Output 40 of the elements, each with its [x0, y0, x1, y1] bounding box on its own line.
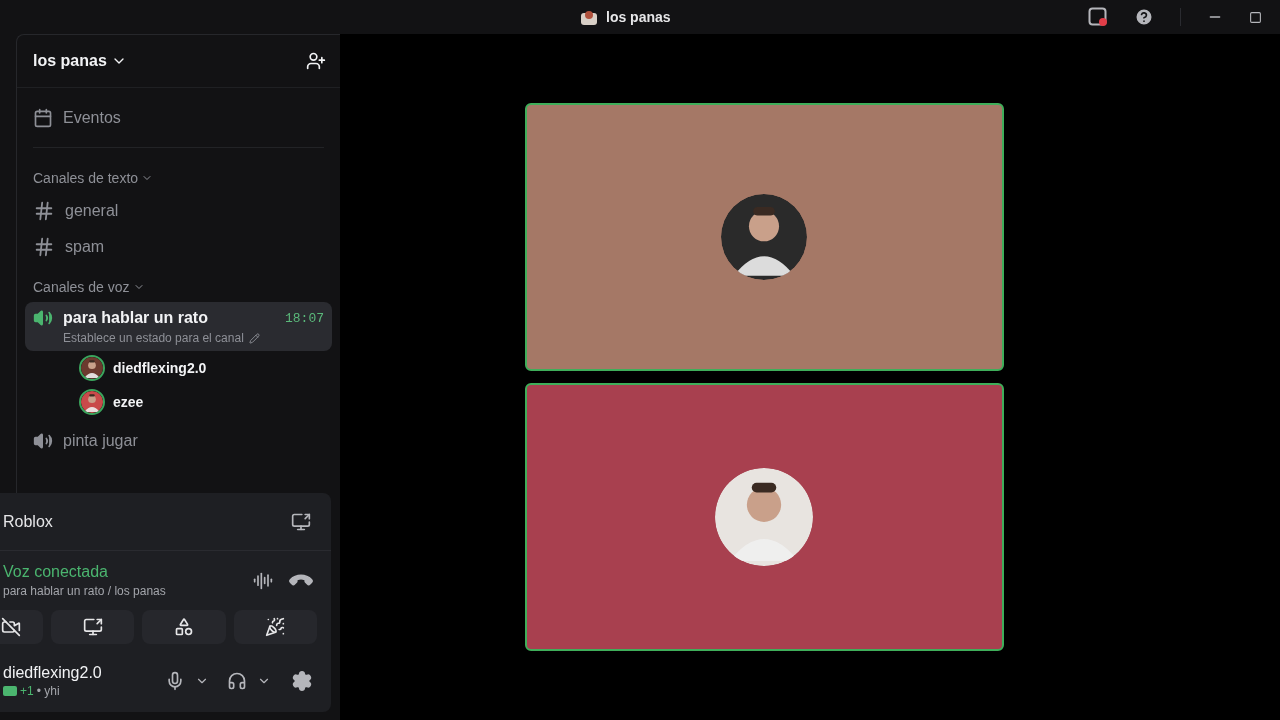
- screen-share-icon: [82, 617, 103, 637]
- party-popper-icon: [265, 617, 286, 637]
- category-header[interactable]: Canales de voz: [17, 276, 340, 298]
- activities-button[interactable]: [142, 610, 226, 644]
- server-icon: [580, 8, 598, 26]
- shapes-icon: [174, 617, 194, 637]
- voice-status: Voz conectada: [3, 563, 109, 581]
- noise-suppression-icon[interactable]: [253, 570, 273, 591]
- soundboard-button[interactable]: [233, 610, 317, 644]
- microphone-icon[interactable]: [165, 671, 185, 691]
- help-icon[interactable]: [1134, 7, 1154, 27]
- status-hint[interactable]: Establece un estado para el canal: [63, 331, 244, 345]
- voice-channel[interactable]: para hablar un rato 18:07 Establece un estado para el canal: [25, 302, 332, 351]
- user-status: • yhi: [36, 684, 60, 698]
- camera-off-icon: [0, 617, 21, 637]
- call-timer: 18:07: [285, 310, 324, 326]
- member-name[interactable]: diedflexing2.0: [113, 360, 207, 376]
- game-count: +1: [20, 684, 34, 698]
- voice-location[interactable]: para hablar un rato / los panas: [3, 584, 253, 598]
- voice-channel[interactable]: pinta jugar: [25, 425, 332, 457]
- screen-share-button[interactable]: [51, 610, 135, 644]
- headphones-icon[interactable]: [227, 671, 247, 691]
- channel-name[interactable]: general: [65, 202, 119, 220]
- calendar-icon: [33, 107, 53, 128]
- activity-name: Roblox: [3, 512, 53, 531]
- category-header[interactable]: Canales de texto: [17, 167, 340, 189]
- channel-name[interactable]: spam: [65, 238, 105, 256]
- screen-share-icon[interactable]: [291, 511, 311, 532]
- hash-icon: [33, 236, 55, 258]
- camera-button[interactable]: [0, 610, 43, 644]
- hash-icon: [33, 200, 55, 222]
- member-name[interactable]: ezee: [113, 394, 144, 410]
- user-name: diedflexing2.0: [3, 664, 103, 682]
- window-title: los panas: [606, 9, 671, 25]
- server-name[interactable]: los panas: [33, 52, 127, 70]
- events-item[interactable]: Eventos: [63, 108, 121, 127]
- maximize-icon[interactable]: [1249, 10, 1262, 24]
- invite-icon[interactable]: [306, 51, 326, 71]
- screen-record-icon[interactable]: [1088, 7, 1108, 27]
- pencil-icon[interactable]: [248, 332, 260, 344]
